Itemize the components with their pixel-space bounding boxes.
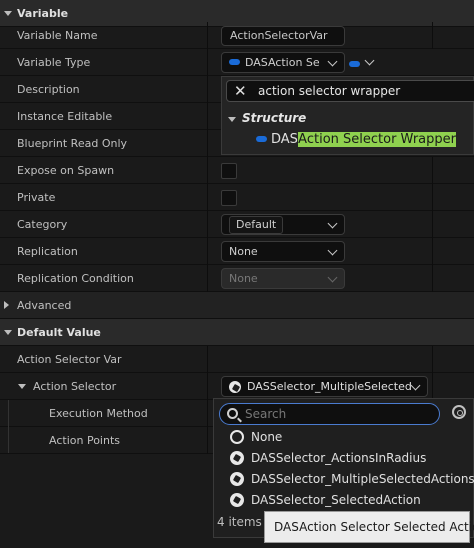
variable-type-value: DASAction Se (245, 56, 320, 69)
pin-type-icon (229, 59, 240, 65)
private-label: Private (17, 191, 56, 204)
struct-pin-icon (256, 135, 267, 142)
type-result-match: Action Selector Wrapper (298, 132, 456, 147)
variable-name-input[interactable]: ActionSelectorVar (221, 26, 345, 46)
row-category: Category Default (0, 211, 474, 238)
option-tooltip: DASAction Selector Selected Action (264, 511, 474, 543)
selector-option-none[interactable]: None (230, 427, 282, 447)
replication-condition-value: None (229, 272, 258, 285)
row-action-selector: Action Selector DASSelector_MultipleSele… (0, 373, 474, 400)
action-selector-label: Action Selector (33, 380, 117, 393)
instance-editable-label: Instance Editable (17, 110, 113, 123)
replication-combo[interactable]: None (221, 241, 345, 262)
expand-icon (4, 301, 9, 309)
row-variable-type: Variable Type DASAction Se (0, 49, 474, 76)
class-icon (230, 451, 244, 465)
details-panel: Variable Variable Name ActionSelectorVar… (0, 0, 474, 548)
close-icon[interactable]: ✕ (234, 83, 247, 99)
search-icon (227, 408, 238, 419)
container-pin-icon (349, 61, 360, 67)
class-icon (230, 493, 244, 507)
collapse-icon (4, 11, 12, 16)
action-selector-var-label: Action Selector Var (17, 353, 122, 366)
row-expose-on-spawn: Expose on Spawn (0, 157, 474, 184)
expose-on-spawn-checkbox[interactable] (221, 163, 237, 179)
category-combo[interactable]: Default (221, 214, 345, 235)
type-search-text: action selector wrapper (258, 84, 401, 98)
replication-condition-label: Replication Condition (17, 272, 134, 285)
row-replication-condition: Replication Condition None (0, 265, 474, 292)
row-action-selector-var: Action Selector Var (0, 346, 474, 373)
blueprint-read-only-label: Blueprint Read Only (17, 137, 128, 150)
category-value[interactable]: Default (229, 216, 284, 234)
default-value-section-header[interactable]: Default Value (0, 319, 474, 346)
category-label: Category (17, 218, 68, 231)
replication-value: None (229, 245, 258, 258)
type-search-input[interactable]: ✕ action selector wrapper (226, 80, 474, 102)
section-title: Default Value (17, 326, 101, 339)
selector-option[interactable]: DASSelector_ActionsInRadius (230, 448, 426, 468)
expose-on-spawn-label: Expose on Spawn (17, 164, 115, 177)
chevron-down-icon (410, 380, 421, 391)
selector-search-input[interactable]: Search (219, 403, 440, 425)
variable-type-combo[interactable]: DASAction Se (221, 52, 345, 73)
selector-option[interactable]: DASSelector_SelectedAction (230, 490, 421, 510)
row-advanced[interactable]: Advanced (0, 292, 474, 319)
type-result-item[interactable]: DASAction Selector Wrapper (256, 132, 456, 147)
chevron-down-icon (327, 218, 338, 229)
structure-label: Structure (242, 111, 307, 125)
item-count: 4 items (217, 515, 262, 529)
replication-label: Replication (17, 245, 78, 258)
none-icon (230, 430, 244, 444)
row-private: Private (0, 184, 474, 211)
action-points-label: Action Points (49, 434, 120, 447)
chevron-down-icon (327, 56, 338, 67)
description-label: Description (17, 83, 80, 96)
private-checkbox[interactable] (221, 190, 237, 206)
variable-type-label: Variable Type (17, 56, 91, 69)
row-replication: Replication None (0, 238, 474, 265)
selector-option[interactable]: DASSelector_MultipleSelectedActions (230, 469, 474, 489)
chevron-down-icon (327, 272, 338, 283)
selector-search-placeholder: Search (245, 407, 287, 421)
class-icon (230, 472, 244, 486)
type-result-prefix: DAS (271, 132, 299, 147)
execution-method-label: Execution Method (49, 407, 148, 420)
collapse-icon (4, 330, 12, 335)
action-selector-value: DASSelector_MultipleSelected (247, 380, 412, 393)
structure-category[interactable]: Structure (228, 111, 306, 125)
class-icon (229, 381, 241, 393)
type-picker-popup: ✕ action selector wrapper Structure DASA… (221, 76, 474, 155)
container-type-button[interactable] (349, 55, 375, 71)
chevron-down-icon (364, 55, 375, 66)
replication-condition-combo[interactable]: None (221, 268, 345, 289)
collapse-icon[interactable] (18, 384, 26, 389)
collapse-icon (228, 117, 236, 122)
variable-name-label: Variable Name (17, 29, 98, 42)
advanced-label: Advanced (17, 299, 72, 312)
chevron-down-icon (327, 245, 338, 256)
action-selector-combo[interactable]: DASSelector_MultipleSelected (221, 376, 428, 397)
gear-icon[interactable] (452, 405, 466, 419)
row-variable-name: Variable Name ActionSelectorVar (0, 22, 474, 49)
